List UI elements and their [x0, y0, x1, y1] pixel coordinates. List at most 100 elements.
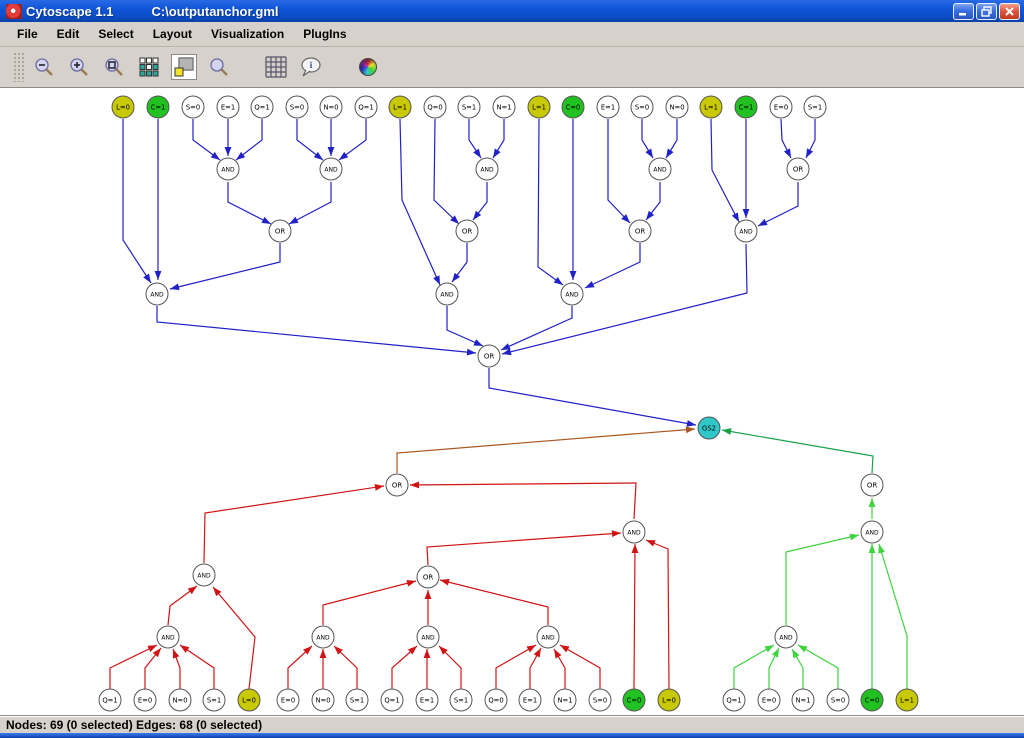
graph-node-g9-AND[interactable] — [735, 220, 757, 242]
graph-node-b18-Q=1[interactable] — [723, 689, 745, 711]
graph-node-t21-S=1[interactable] — [804, 96, 826, 118]
graph-node-b22-C=0[interactable] — [861, 689, 883, 711]
graph-node-b6-E=0[interactable] — [277, 689, 299, 711]
graph-node-t9-L=1[interactable] — [389, 96, 411, 118]
graph-node-g18-AND[interactable] — [157, 626, 179, 648]
graph-edge-g15-g14[interactable] — [410, 483, 636, 519]
graph-node-g7-OR[interactable] — [456, 220, 478, 242]
graph-node-g1-AND[interactable] — [217, 158, 239, 180]
fit-content-button[interactable] — [136, 54, 162, 80]
graph-node-g5-OR[interactable] — [787, 158, 809, 180]
menu-edit[interactable]: Edit — [48, 24, 90, 44]
toolbar-grip[interactable] — [13, 52, 25, 82]
graph-node-g21-AND[interactable] — [537, 626, 559, 648]
graph-node-b7-N=0[interactable] — [312, 689, 334, 711]
graph-edge-g19-g17[interactable] — [323, 581, 416, 625]
graph-node-g15-AND[interactable] — [623, 521, 645, 543]
graph-edge-b17-g15[interactable] — [646, 540, 669, 689]
graph-node-g23-AND[interactable] — [861, 521, 883, 543]
graph-edge-b5-g16[interactable] — [213, 587, 255, 689]
birdseye-view-button[interactable] — [171, 54, 197, 80]
graph-edge-b1-g18[interactable] — [110, 645, 157, 689]
graph-node-b14-N=1[interactable] — [554, 689, 576, 711]
graph-node-g2-AND[interactable] — [320, 158, 342, 180]
graph-edge-g16-g14[interactable] — [204, 486, 384, 563]
graph-node-t20-E=0[interactable] — [770, 96, 792, 118]
menu-select[interactable]: Select — [89, 24, 143, 44]
menu-plugins[interactable]: PlugIns — [294, 24, 356, 44]
graph-node-b9-Q=1[interactable] — [381, 689, 403, 711]
graph-node-b17-L=0[interactable] — [658, 689, 680, 711]
graph-canvas[interactable]: L=0C=1S=0E=1Q=1S=0N=0Q=1L=1Q=0S=1N=1L=1C… — [0, 88, 1024, 716]
menu-file[interactable]: File — [8, 24, 48, 44]
graph-edge-t10-g7[interactable] — [434, 119, 459, 224]
graph-node-b20-N=1[interactable] — [792, 689, 814, 711]
graph-edge-g11-g13[interactable] — [447, 306, 483, 346]
annotation-button[interactable]: i — [298, 54, 324, 80]
graph-node-b11-S=1[interactable] — [450, 689, 472, 711]
graph-node-g6-OR[interactable] — [269, 220, 291, 242]
graph-node-t10-Q=0[interactable] — [424, 96, 446, 118]
graph-node-b2-E=0[interactable] — [134, 689, 156, 711]
zoom-region-button[interactable] — [206, 54, 232, 80]
graph-node-t16-S=0[interactable] — [631, 96, 653, 118]
graph-node-t4-E=1[interactable] — [217, 96, 239, 118]
graph-node-g22-OR[interactable] — [861, 474, 883, 496]
graph-edge-t9-g11[interactable] — [400, 119, 440, 285]
graph-node-b15-S=0[interactable] — [589, 689, 611, 711]
graph-node-t11-S=1[interactable] — [458, 96, 480, 118]
graph-node-b23-L=1[interactable] — [896, 689, 918, 711]
graph-node-g10-AND[interactable] — [146, 283, 168, 305]
graph-node-t1-L=0[interactable] — [112, 96, 134, 118]
graph-edge-g13-a1[interactable] — [489, 368, 696, 425]
graph-node-g24-AND[interactable] — [775, 626, 797, 648]
graph-node-g14-OR[interactable] — [386, 474, 408, 496]
graph-node-b13-E=1[interactable] — [519, 689, 541, 711]
graph-edge-b23-g23[interactable] — [879, 544, 907, 689]
graph-node-b19-E=0[interactable] — [758, 689, 780, 711]
graph-node-t18-L=1[interactable] — [700, 96, 722, 118]
graph-edge-g17-g15[interactable] — [427, 533, 621, 565]
graph-edge-g10-g13[interactable] — [157, 306, 476, 353]
graph-node-g19-AND[interactable] — [312, 626, 334, 648]
graph-edge-g12-g13[interactable] — [501, 306, 572, 350]
vizmapper-button[interactable] — [355, 54, 381, 80]
graph-node-b12-Q=0[interactable] — [485, 689, 507, 711]
graph-edge-g24-g23[interactable] — [786, 535, 859, 625]
graph-edge-g14-a1[interactable] — [397, 429, 695, 473]
graph-node-g4-AND[interactable] — [649, 158, 671, 180]
graph-edge-t1-g10[interactable] — [123, 119, 151, 283]
graph-node-t7-N=0[interactable] — [320, 96, 342, 118]
graph-edge-t15-g8[interactable] — [608, 119, 630, 223]
zoom-in-button[interactable] — [66, 54, 92, 80]
graph-node-t15-E=1[interactable] — [597, 96, 619, 118]
graph-node-g11-AND[interactable] — [436, 283, 458, 305]
graph-node-t13-L=1[interactable] — [528, 96, 550, 118]
graph-edge-t13-g12[interactable] — [538, 119, 563, 285]
graph-edge-g9-g13[interactable] — [502, 244, 747, 354]
graph-node-t3-S=0[interactable] — [182, 96, 204, 118]
graph-node-g8-OR[interactable] — [629, 220, 651, 242]
graph-node-t2-C=1[interactable] — [147, 96, 169, 118]
graph-node-b5-L=0[interactable] — [238, 689, 260, 711]
graph-node-b16-C=0[interactable] — [623, 689, 645, 711]
graph-node-t19-C=1[interactable] — [735, 96, 757, 118]
graph-node-g17-OR[interactable] — [417, 566, 439, 588]
graph-node-g12-AND[interactable] — [561, 283, 583, 305]
graph-node-g3-AND[interactable] — [476, 158, 498, 180]
graph-edge-g8-g12[interactable] — [585, 243, 640, 288]
menu-layout[interactable]: Layout — [144, 24, 202, 44]
graph-node-b21-S=0[interactable] — [827, 689, 849, 711]
graph-node-a1-GS2[interactable] — [698, 417, 720, 439]
graph-node-g20-AND[interactable] — [417, 626, 439, 648]
graph-edge-b16-g15[interactable] — [634, 544, 635, 689]
graph-node-g16-AND[interactable] — [193, 564, 215, 586]
close-button[interactable] — [999, 3, 1020, 20]
graph-node-b8-S=1[interactable] — [346, 689, 368, 711]
graph-node-t5-Q=1[interactable] — [251, 96, 273, 118]
graph-edge-g21-g17[interactable] — [440, 580, 548, 625]
minimize-button[interactable] — [953, 3, 974, 20]
title-bar[interactable]: Cytoscape 1.1 C:\outputanchor.gml — [0, 0, 1024, 22]
graph-node-b10-E=1[interactable] — [416, 689, 438, 711]
graph-edge-t18-g9[interactable] — [711, 119, 739, 222]
